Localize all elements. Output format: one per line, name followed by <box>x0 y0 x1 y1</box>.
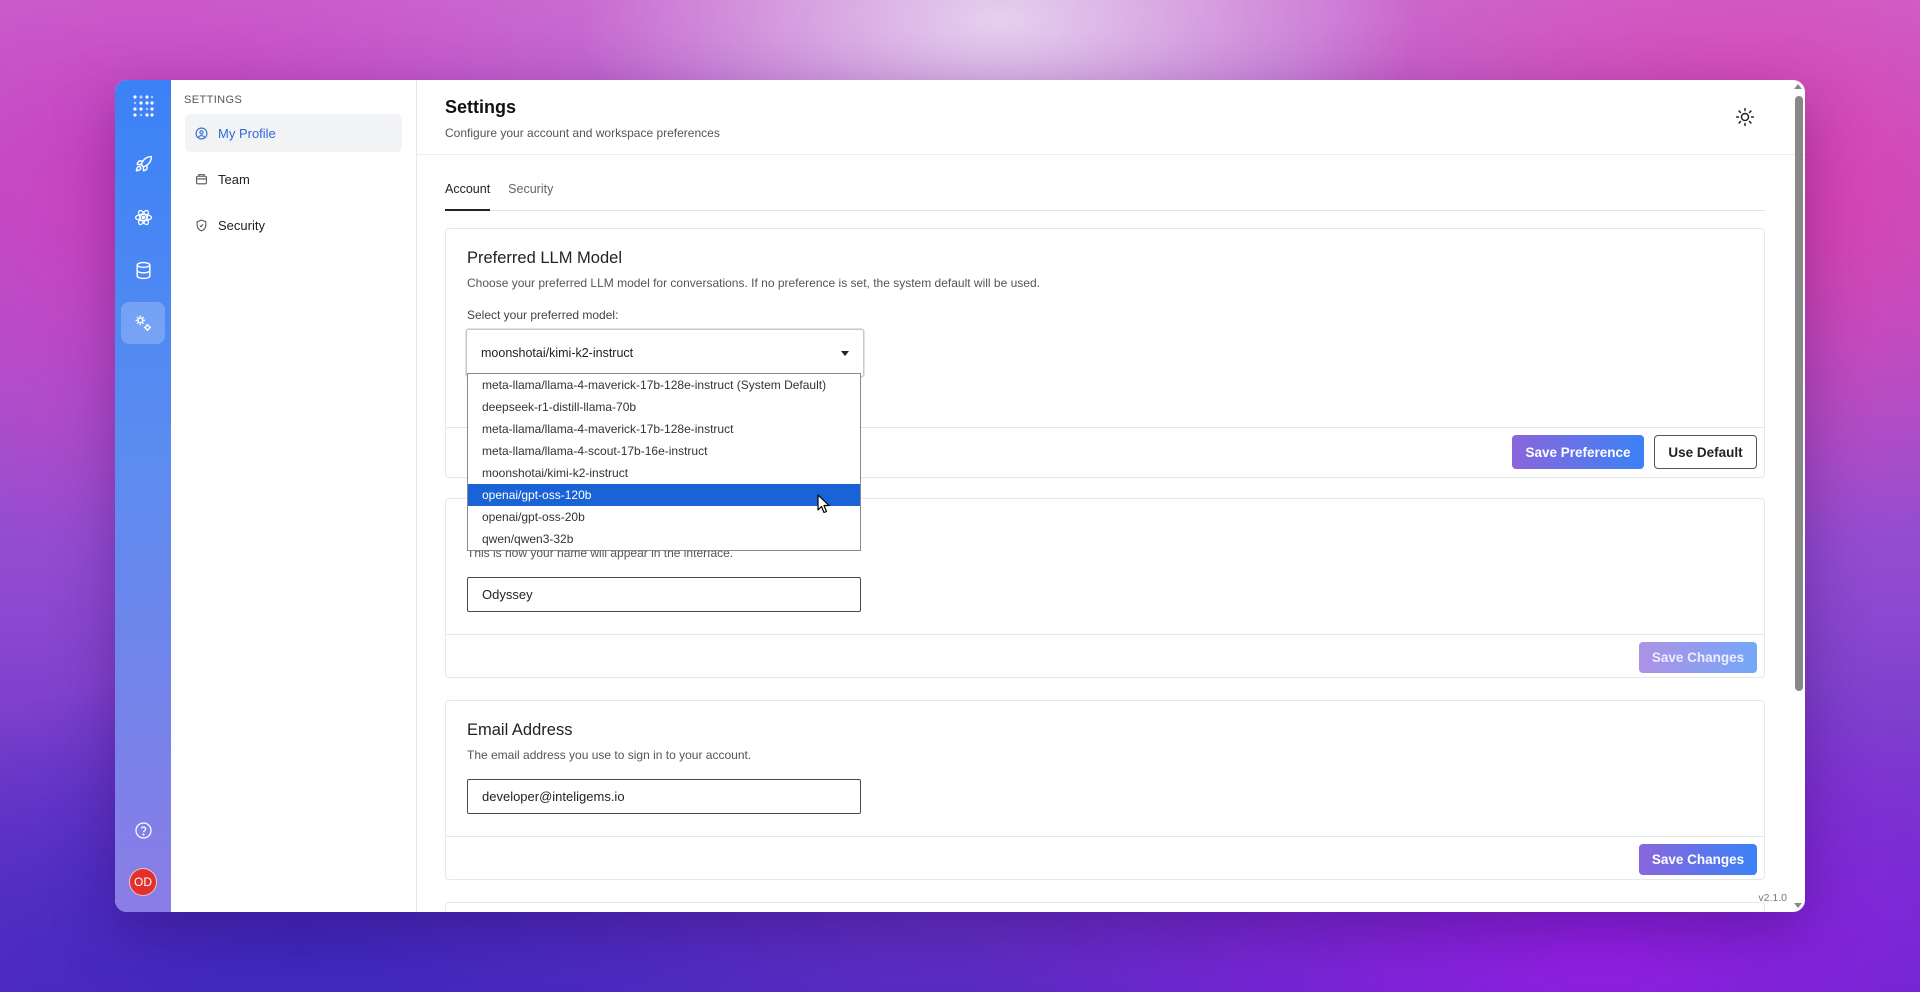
save-name-button[interactable]: Save Changes <box>1639 642 1757 673</box>
sun-icon[interactable] <box>1735 107 1755 127</box>
llm-card-description: Choose your preferred LLM model for conv… <box>467 276 1040 290</box>
page-title: Settings <box>445 97 517 117</box>
model-option[interactable]: meta-llama/llama-4-maverick-17b-128e-ins… <box>468 418 860 440</box>
page-header: Settings Configure your account and work… <box>417 80 1805 155</box>
model-select-value: moonshotai/kimi-k2-instruct <box>481 346 634 360</box>
email-card-title: Email Address <box>467 721 573 739</box>
sidebar-item-team[interactable]: Team <box>185 160 402 198</box>
tab-security[interactable]: Security <box>508 179 553 211</box>
team-icon <box>196 173 207 184</box>
sidebar-item-label: My Profile <box>218 125 276 141</box>
model-option[interactable]: deepseek-r1-distill-llama-70b <box>468 396 860 418</box>
icon-rail: OD <box>115 80 171 912</box>
user-circle-icon <box>195 127 208 139</box>
name-card-footer: Save Changes <box>446 634 1764 679</box>
model-option[interactable]: qwen/qwen3-32b <box>468 528 860 550</box>
sidebar-item-security[interactable]: Security <box>185 206 402 244</box>
model-option[interactable]: meta-llama/llama-4-maverick-17b-128e-ins… <box>468 374 860 396</box>
save-preference-button[interactable]: Save Preference <box>1512 435 1644 469</box>
email-card-description: The email address you use to sign in to … <box>467 748 752 762</box>
email-input[interactable] <box>467 779 861 814</box>
model-option[interactable]: openai/gpt-oss-20b <box>468 506 860 528</box>
mouse-cursor-icon <box>817 494 830 514</box>
rail-atom-button[interactable] <box>121 196 165 238</box>
display-name-input[interactable] <box>467 577 861 612</box>
rail-settings-button[interactable] <box>121 302 165 344</box>
sidebar-item-my-profile[interactable]: My Profile <box>185 114 402 152</box>
scroll-up-icon[interactable] <box>1794 84 1802 89</box>
atom-icon <box>134 209 152 225</box>
model-options-list: meta-llama/llama-4-maverick-17b-128e-ins… <box>467 373 861 551</box>
settings-tabs: Account Security <box>445 179 1765 211</box>
next-card <box>445 902 1765 912</box>
llm-card-title: Preferred LLM Model <box>467 249 622 267</box>
logo-icon <box>133 95 154 117</box>
rail-help-button[interactable] <box>121 809 165 851</box>
rocket-icon <box>135 155 152 172</box>
gears-icon <box>135 315 151 331</box>
page-subtitle: Configure your account and workspace pre… <box>445 126 720 140</box>
version-label: v2.1.0 <box>1758 892 1787 904</box>
use-default-button[interactable]: Use Default <box>1654 435 1757 469</box>
chevron-down-icon <box>841 351 849 356</box>
app-window: OD SETTINGS My Profile Team Security Set… <box>115 80 1805 912</box>
rail-database-button[interactable] <box>121 249 165 291</box>
sidebar-item-label: Team <box>218 171 250 187</box>
scroll-down-icon[interactable] <box>1794 903 1802 908</box>
model-option[interactable]: moonshotai/kimi-k2-instruct <box>468 462 860 484</box>
tab-account[interactable]: Account <box>445 179 491 211</box>
model-select-label: Select your preferred model: <box>467 308 619 322</box>
main-content: Settings Configure your account and work… <box>417 80 1805 912</box>
sidebar-item-label: Security <box>218 217 265 233</box>
help-circle-icon <box>134 821 152 839</box>
rail-rocket-button[interactable] <box>121 143 165 185</box>
user-avatar[interactable]: OD <box>129 868 157 896</box>
model-option-highlighted[interactable]: openai/gpt-oss-120b <box>468 484 860 506</box>
page-scrollbar[interactable] <box>1795 96 1803 691</box>
email-card-footer: Save Changes <box>446 836 1764 881</box>
shield-icon <box>196 219 207 232</box>
settings-sidebar: SETTINGS My Profile Team Security <box>171 80 417 912</box>
database-icon <box>135 261 151 279</box>
model-select[interactable]: moonshotai/kimi-k2-instruct <box>466 329 864 377</box>
save-email-button[interactable]: Save Changes <box>1639 844 1757 875</box>
email-card: Email Address The email address you use … <box>445 700 1765 880</box>
model-option[interactable]: meta-llama/llama-4-scout-17b-16e-instruc… <box>468 440 860 462</box>
sidebar-heading: SETTINGS <box>184 94 243 106</box>
